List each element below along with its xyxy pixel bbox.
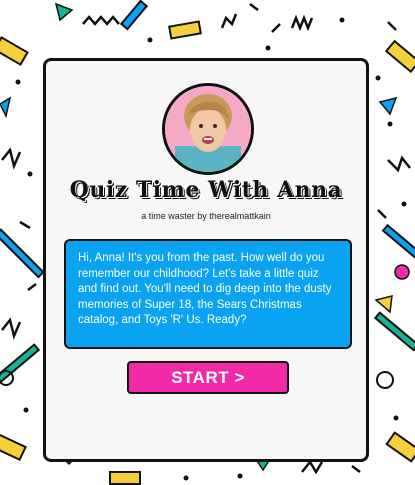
start-button[interactable]: START >: [127, 361, 289, 394]
avatar: [162, 83, 254, 175]
quiz-card: Quiz Time With Anna a time waster by the…: [43, 58, 369, 462]
child-photo-image: [165, 86, 251, 172]
subtitle: a time waster by therealmattkain: [141, 211, 271, 221]
page-title: Quiz Time With Anna: [69, 177, 343, 203]
intro-message: Hi, Anna! It's you from the past. How we…: [64, 239, 352, 349]
